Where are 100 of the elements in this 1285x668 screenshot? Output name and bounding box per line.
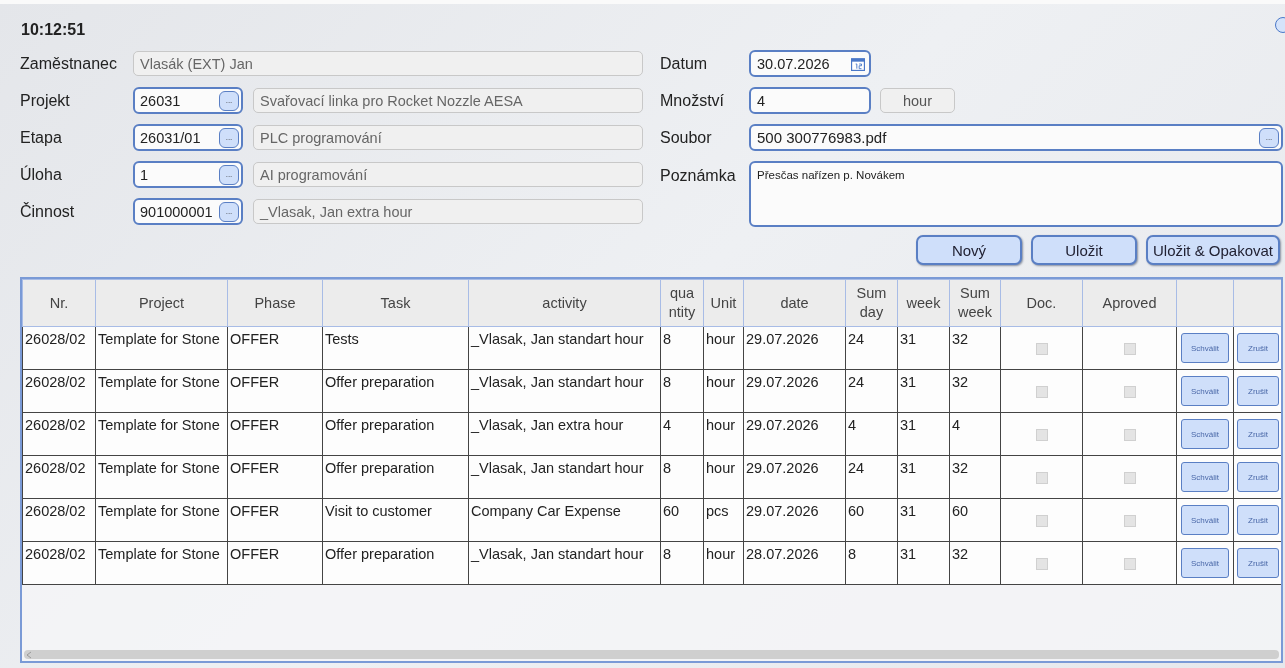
description-field[interactable]: Svařovací linka pro Rocket Nozzle AESA xyxy=(253,88,643,113)
description-field[interactable]: AI programování xyxy=(253,162,643,187)
code-field[interactable]: 901000001 ... xyxy=(133,198,243,225)
table-cell: 26028/02 xyxy=(22,541,96,585)
calendar-icon[interactable] xyxy=(851,56,865,71)
column-header[interactable]: Phase xyxy=(227,279,323,327)
field-label: Činnost xyxy=(20,202,76,221)
column-header[interactable]: Aproved xyxy=(1082,279,1177,327)
column-header[interactable]: Project xyxy=(95,279,228,327)
column-header[interactable]: date xyxy=(743,279,846,327)
field-value: 901000001 xyxy=(140,203,213,220)
approve-button[interactable]: Schválit xyxy=(1181,505,1229,535)
table-cell: 24 xyxy=(845,369,898,413)
checkbox[interactable] xyxy=(1123,386,1136,399)
column-header[interactable]: Doc. xyxy=(1000,279,1083,327)
table-cell: OFFER xyxy=(227,369,323,413)
table-cell: Company Car Expense xyxy=(468,498,661,542)
table-cell: 4 xyxy=(949,412,1001,456)
cancel-button[interactable]: Zrušit xyxy=(1237,462,1279,492)
field-label: Úloha xyxy=(20,165,63,184)
checkbox[interactable] xyxy=(1123,429,1136,442)
date-field[interactable]: 30.07.2026 xyxy=(749,50,871,77)
column-header[interactable]: Sum day xyxy=(845,279,898,327)
employee-field[interactable]: Vlasák (EXT) Jan xyxy=(133,51,643,76)
table-cell: 8 xyxy=(660,455,704,499)
table-cell: 29.07.2026 xyxy=(743,498,846,542)
cancel-button[interactable]: Zrušit xyxy=(1237,419,1279,449)
table-cell: 29.07.2026 xyxy=(743,369,846,413)
approve-button[interactable]: Schválit xyxy=(1181,548,1229,578)
checkbox[interactable] xyxy=(1123,515,1136,528)
column-header[interactable]: Unit xyxy=(703,279,744,327)
scroll-left-icon[interactable] xyxy=(26,650,32,659)
table-cell: 29.07.2026 xyxy=(743,326,846,370)
field-label: Zaměstnanec xyxy=(20,54,118,73)
table-cell: OFFER xyxy=(227,498,323,542)
quantity-field[interactable]: 4 xyxy=(749,87,871,114)
lookup-button[interactable]: ... xyxy=(219,127,239,148)
approve-button[interactable]: Schválit xyxy=(1181,376,1229,406)
code-field[interactable]: 26031 ... xyxy=(133,87,243,114)
checkbox[interactable] xyxy=(1123,343,1136,356)
field-label: Soubor xyxy=(660,128,713,147)
action-button[interactable]: Uložit & Opakovat xyxy=(1146,235,1280,265)
checkbox[interactable] xyxy=(1123,558,1136,571)
column-header[interactable]: week xyxy=(897,279,950,327)
table-cell: 28.07.2026 xyxy=(743,541,846,585)
checkbox[interactable] xyxy=(1035,472,1048,485)
table-cell: _Vlasak, Jan standart hour xyxy=(468,326,661,370)
table-cell: hour xyxy=(703,541,744,585)
table-cell: 8 xyxy=(845,541,898,585)
code-field[interactable]: 1 ... xyxy=(133,161,243,188)
table-cell: 32 xyxy=(949,369,1001,413)
lookup-button[interactable]: ... xyxy=(219,201,239,222)
column-header[interactable]: Task xyxy=(322,279,469,327)
table-cell: Template for Stone xyxy=(95,498,228,542)
checkbox[interactable] xyxy=(1123,472,1136,485)
horizontal-scrollbar[interactable] xyxy=(24,650,1279,659)
approve-button[interactable]: Schválit xyxy=(1181,333,1229,363)
table-cell: 31 xyxy=(897,455,950,499)
approve-button[interactable]: Schválit xyxy=(1181,419,1229,449)
table-cell: 26028/02 xyxy=(22,455,96,499)
table-cell: Visit to customer xyxy=(322,498,469,542)
lookup-button[interactable]: ... xyxy=(219,90,239,111)
column-header[interactable]: qua ntity xyxy=(660,279,704,327)
code-field[interactable]: 26031/01 ... xyxy=(133,124,243,151)
note-field[interactable]: Přesčas nařízen p. Novákem xyxy=(749,161,1283,227)
column-header[interactable]: Nr. xyxy=(22,279,96,327)
table-cell: 60 xyxy=(949,498,1001,542)
approve-button[interactable]: Schválit xyxy=(1181,462,1229,492)
description-field[interactable]: _Vlasak, Jan extra hour xyxy=(253,199,643,224)
cancel-button[interactable]: Zrušit xyxy=(1237,333,1279,363)
checkbox[interactable] xyxy=(1035,515,1048,528)
table-cell: _Vlasak, Jan standart hour xyxy=(468,369,661,413)
clock-time: 10:12:51 xyxy=(21,21,86,40)
table-cell: _Vlasak, Jan standart hour xyxy=(468,541,661,585)
table-cell: 29.07.2026 xyxy=(743,412,846,456)
table-cell: 32 xyxy=(949,326,1001,370)
checkbox[interactable] xyxy=(1035,386,1048,399)
table-cell: 31 xyxy=(897,326,950,370)
field-value: 26031 xyxy=(140,92,181,109)
checkbox[interactable] xyxy=(1035,343,1048,356)
description-field[interactable]: PLC programování xyxy=(253,125,643,150)
table-cell: Offer preparation xyxy=(322,369,469,413)
column-header[interactable]: Sum week xyxy=(949,279,1001,327)
cancel-button[interactable]: Zrušit xyxy=(1237,376,1279,406)
table-cell: _Vlasak, Jan extra hour xyxy=(468,412,661,456)
column-header[interactable]: activity xyxy=(468,279,661,327)
action-button[interactable]: Nový xyxy=(916,235,1022,265)
table-cell: OFFER xyxy=(227,541,323,585)
browse-button[interactable]: ... xyxy=(1259,127,1279,148)
action-button[interactable]: Uložit xyxy=(1031,235,1137,265)
cancel-button[interactable]: Zrušit xyxy=(1237,505,1279,535)
cancel-button[interactable]: Zrušit xyxy=(1237,548,1279,578)
table-cell: 29.07.2026 xyxy=(743,455,846,499)
table-cell: 24 xyxy=(845,455,898,499)
table-cell: hour xyxy=(703,326,744,370)
checkbox[interactable] xyxy=(1035,429,1048,442)
table-cell: hour xyxy=(703,369,744,413)
lookup-button[interactable]: ... xyxy=(219,164,239,185)
file-field[interactable]: 500 300776983.pdf ... xyxy=(749,124,1283,151)
checkbox[interactable] xyxy=(1035,558,1048,571)
